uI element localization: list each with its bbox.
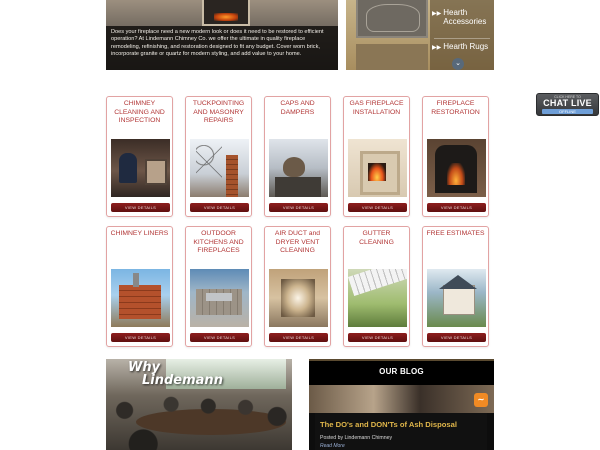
- service-card-gutter-cleaning: GUTTER CLEANING VIEW DETAILS: [343, 226, 410, 347]
- service-title: AIR DUCT and DRYER VENT CLEANING: [274, 230, 321, 255]
- service-title: TUCKPOINTING AND MASONRY REPAIRS: [192, 100, 245, 125]
- fireplace-image: [202, 0, 250, 26]
- service-card-fireplace-restoration: FIREPLACE RESTORATION VIEW DETAILS: [422, 96, 489, 217]
- hero-caption-text: Does your fireplace need a new modern lo…: [111, 29, 324, 58]
- hearth-accessories-label: Hearth Accessories: [443, 8, 487, 26]
- lindemann-word: Lindemann: [142, 373, 223, 388]
- service-image[interactable]: [348, 269, 407, 327]
- view-details-button[interactable]: VIEW DETAILS: [269, 203, 328, 212]
- blog-heading: OUR BLOG: [379, 367, 424, 376]
- hearth-rug-image: [356, 44, 428, 70]
- view-details-button[interactable]: VIEW DETAILS: [348, 333, 407, 342]
- blog-header: OUR BLOG: [309, 359, 494, 385]
- service-card-free-estimates: FREE ESTIMATES VIEW DETAILS: [422, 226, 489, 347]
- why-lindemann-banner[interactable]: Why Lindemann: [106, 359, 292, 450]
- view-details-button[interactable]: VIEW DETAILS: [111, 333, 170, 342]
- chat-status-badge: OFFLINE: [542, 109, 593, 114]
- chevron-down-icon[interactable]: ⌄: [452, 58, 464, 70]
- view-details-button[interactable]: VIEW DETAILS: [190, 333, 249, 342]
- view-details-button[interactable]: VIEW DETAILS: [427, 203, 486, 212]
- service-title: CHIMNEY LINERS: [110, 230, 169, 237]
- chat-live-label: CHAT LIVE: [543, 98, 592, 108]
- service-card-gas-fireplace: GAS FIREPLACE INSTALLATION VIEW DETAILS: [343, 96, 410, 217]
- service-card-tuckpointing: TUCKPOINTING AND MASONRY REPAIRS VIEW DE…: [185, 96, 252, 217]
- service-card-chimney-liners: CHIMNEY LINERS VIEW DETAILS: [106, 226, 173, 347]
- view-details-button[interactable]: VIEW DETAILS: [348, 203, 407, 212]
- hearth-rugs-label: Hearth Rugs: [443, 42, 489, 51]
- hearth-accessory-image: [356, 0, 428, 38]
- blog-post-meta: Posted by Lindemann Chimney: [320, 435, 393, 441]
- service-title: FREE ESTIMATES: [426, 230, 485, 237]
- service-image[interactable]: [269, 139, 328, 197]
- service-image[interactable]: [427, 269, 486, 327]
- hero-banner: Does your fireplace need a new modern lo…: [106, 0, 338, 70]
- arrow-right-icon: ▶▶: [432, 45, 442, 51]
- service-image[interactable]: [111, 139, 170, 197]
- hearth-nav-panel: ▶▶ Hearth Accessories ▶▶ Hearth Rugs ⌄: [346, 0, 494, 70]
- arrow-right-icon: ▶▶: [432, 11, 442, 17]
- view-details-button[interactable]: VIEW DETAILS: [111, 203, 170, 212]
- service-image[interactable]: [269, 269, 328, 327]
- service-title: FIREPLACE RESTORATION: [431, 100, 480, 116]
- service-title: OUTDOOR KITCHENS AND FIREPLACES: [193, 230, 244, 255]
- service-card-outdoor-kitchens: OUTDOOR KITCHENS AND FIREPLACES VIEW DET…: [185, 226, 252, 347]
- service-title: CAPS AND DAMPERS: [280, 100, 315, 116]
- view-details-button[interactable]: VIEW DETAILS: [427, 333, 486, 342]
- service-image[interactable]: [348, 139, 407, 197]
- blog-panel: OUR BLOG ∼ The DO's and DON'Ts of Ash Di…: [309, 359, 494, 450]
- view-details-button[interactable]: VIEW DETAILS: [269, 333, 328, 342]
- service-image[interactable]: [427, 139, 486, 197]
- view-details-button[interactable]: VIEW DETAILS: [190, 203, 249, 212]
- service-image[interactable]: [190, 139, 249, 197]
- hearth-rugs-link[interactable]: ▶▶ Hearth Rugs: [432, 42, 488, 51]
- hero-caption: Does your fireplace need a new modern lo…: [106, 26, 338, 70]
- blog-post: The DO's and DON'Ts of Ash Disposal Post…: [315, 413, 487, 450]
- service-title: CHIMNEY CLEANING AND INSPECTION: [114, 100, 165, 125]
- rss-icon[interactable]: ∼: [474, 393, 488, 407]
- divider: [434, 38, 490, 39]
- blog-post-title[interactable]: The DO's and DON'Ts of Ash Disposal: [320, 420, 457, 429]
- why-lindemann-heading: Why Lindemann: [128, 361, 223, 387]
- service-title: GAS FIREPLACE INSTALLATION: [349, 100, 404, 116]
- service-image[interactable]: [190, 269, 249, 327]
- hearth-accessories-link[interactable]: ▶▶ Hearth Accessories: [432, 8, 494, 26]
- service-card-chimney-cleaning: CHIMNEY CLEANING AND INSPECTION VIEW DET…: [106, 96, 173, 217]
- service-card-caps-dampers: CAPS AND DAMPERS VIEW DETAILS: [264, 96, 331, 217]
- chat-live-button[interactable]: CLICK HERE TO CHAT LIVE OFFLINE: [536, 93, 599, 116]
- team-photo: [106, 389, 292, 450]
- blog-photo: [309, 385, 494, 413]
- service-image[interactable]: [111, 269, 170, 327]
- read-more-link[interactable]: Read More: [320, 443, 345, 449]
- service-card-air-duct: AIR DUCT and DRYER VENT CLEANING VIEW DE…: [264, 226, 331, 347]
- service-title: GUTTER CLEANING: [359, 230, 394, 246]
